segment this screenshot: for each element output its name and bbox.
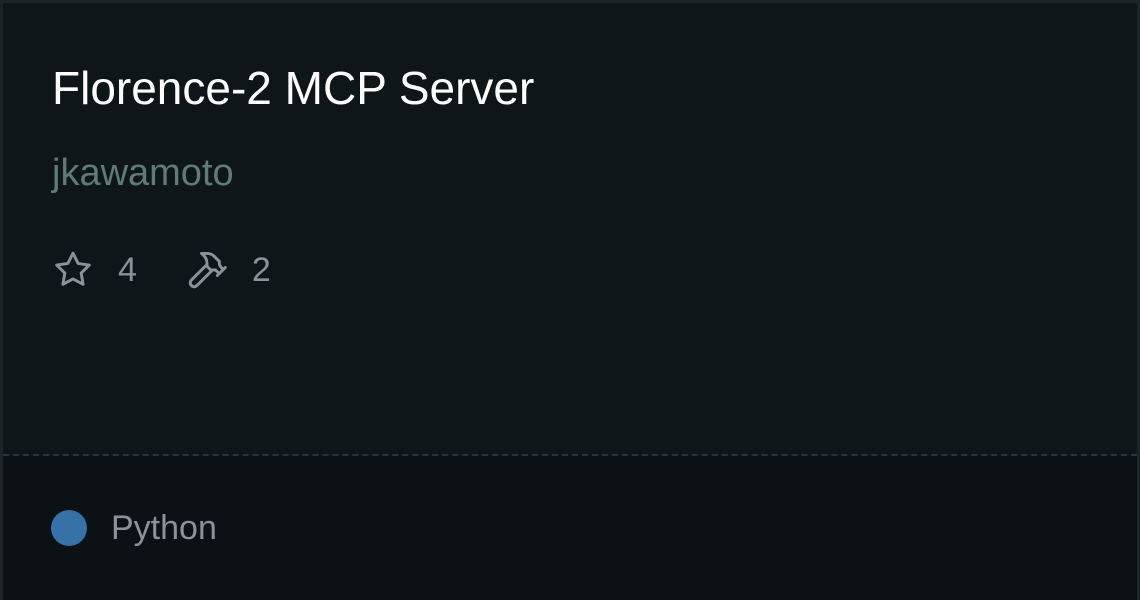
star-icon (51, 248, 95, 292)
language-indicator: Python (51, 504, 217, 552)
tools-stat: 2 (185, 248, 271, 292)
repo-stats: 4 2 (51, 247, 271, 293)
repo-card[interactable]: Florence-2 MCP Server jkawamoto 4 2 Pyth… (0, 0, 1140, 600)
card-footer: Python (3, 456, 1137, 600)
stars-count: 4 (118, 251, 137, 289)
language-color-dot (51, 510, 87, 546)
tools-count: 2 (251, 251, 271, 289)
stars-stat: 4 (51, 248, 137, 292)
repo-author[interactable]: jkawamoto (52, 147, 234, 199)
hammer-icon (185, 248, 229, 292)
language-name: Python (111, 509, 217, 547)
repo-title[interactable]: Florence-2 MCP Server (52, 59, 534, 117)
